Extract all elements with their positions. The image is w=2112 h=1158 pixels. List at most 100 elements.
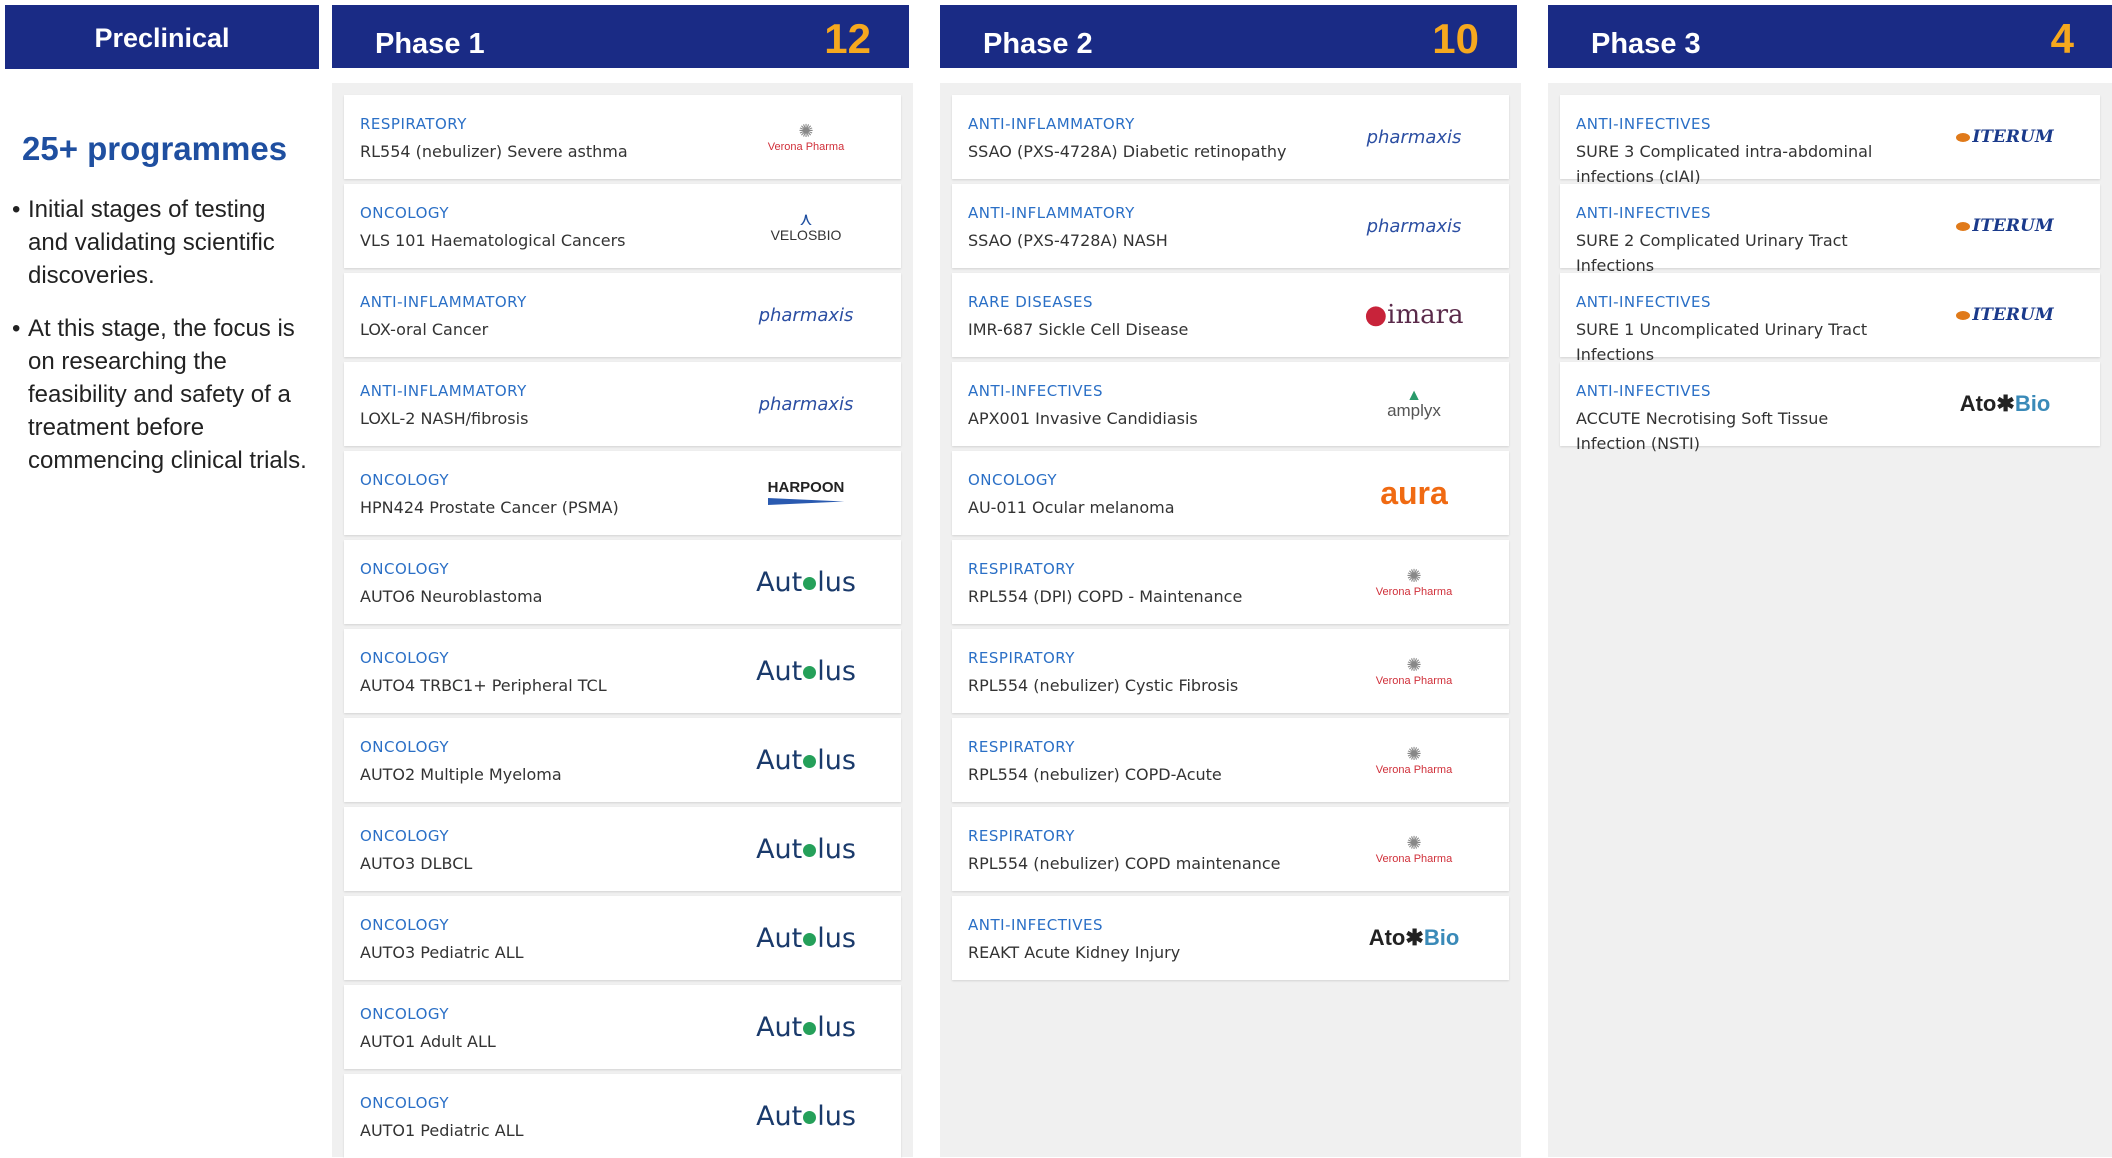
- company-logo: pharmaxis: [731, 273, 881, 357]
- bullet-icon: •: [12, 196, 21, 223]
- card-category: ONCOLOGY: [360, 471, 449, 489]
- card-programme-name: LOX-oral Cancer: [360, 320, 489, 339]
- company-logo: pharmaxis: [731, 362, 881, 446]
- swoosh-icon: [1956, 133, 1971, 142]
- preclinical-description-list: • Initial stages of testing and validatin…: [12, 193, 312, 497]
- company-logo: ●imara: [1339, 273, 1489, 357]
- harpoon-logo: HARPOON: [767, 480, 845, 505]
- preclinical-header-title: Preclinical: [94, 23, 230, 53]
- card-programme-name: VLS 101 Haematological Cancers: [360, 231, 626, 250]
- amplyx-logo: ▲ amplyx: [1387, 387, 1441, 420]
- company-logo: ✺ Verona Pharma: [1339, 718, 1489, 802]
- card-programme-name: SURE 1 Uncomplicated Urinary Tract Infec…: [1576, 320, 1868, 364]
- card-category: ONCOLOGY: [360, 738, 449, 756]
- programme-card: RARE DISEASES IMR-687 Sickle Cell Disease…: [952, 273, 1509, 357]
- card-programme-name: RPL554 (DPI) COPD - Maintenance: [968, 587, 1243, 606]
- programme-card: RESPIRATORY RPL554 (nebulizer) COPD-Acute…: [952, 718, 1509, 802]
- pharmaxis-logo: pharmaxis: [758, 393, 854, 415]
- bullet-icon: •: [12, 315, 21, 342]
- iterum-logo: ITERUM: [1956, 305, 2054, 325]
- programme-card: ONCOLOGY HPN424 Prostate Cancer (PSMA) HAR…: [344, 451, 901, 535]
- star-icon: ✺: [1406, 654, 1422, 675]
- card-category: ANTI-INFECTIVES: [1576, 204, 1712, 222]
- programme-card: ANTI-INFECTIVES REAKT Acute Kidney Injury…: [952, 896, 1509, 980]
- programme-card: ANTI-INFLAMMATORY LOXL-2 NASH/fibrosis pha…: [344, 362, 901, 446]
- card-programme-name: AUTO6 Neuroblastoma: [360, 587, 543, 606]
- phase-3-title: Phase 3: [1591, 28, 1701, 60]
- verona-pharma-logo: ✺ Verona Pharma: [1375, 654, 1453, 687]
- imara-logo: ●imara: [1364, 300, 1464, 330]
- card-programme-name: RPL554 (nebulizer) COPD-Acute: [968, 765, 1222, 784]
- card-programme-name: SSAO (PXS-4728A) NASH: [968, 231, 1168, 250]
- verona-pharma-logo: ✺ Verona Pharma: [767, 120, 845, 153]
- phase-1-count: 12: [824, 15, 871, 62]
- card-category: ONCOLOGY: [360, 649, 449, 667]
- programme-card: ONCOLOGY AUTO2 Multiple Myeloma Aut lus: [344, 718, 901, 802]
- company-logo: pharmaxis: [1339, 95, 1489, 179]
- programme-card: ANTI-INFECTIVES SURE 3 Complicated intra-…: [1560, 95, 2100, 186]
- logo-dot-icon: [803, 754, 817, 768]
- programme-card: ANTI-INFECTIVES SURE 2 Complicated Urinar…: [1560, 184, 2100, 275]
- swoosh-icon: [1956, 311, 1971, 320]
- drop-icon: ●: [1364, 300, 1388, 330]
- card-programme-name: SURE 2 Complicated Urinary Tract Infecti…: [1576, 231, 1848, 275]
- card-category: RESPIRATORY: [968, 560, 1075, 578]
- card-category: ANTI-INFLAMMATORY: [360, 382, 527, 400]
- autolus-logo: Aut lus: [756, 566, 856, 598]
- programme-card: ONCOLOGY AUTO3 Pediatric ALL Aut lus: [344, 896, 901, 980]
- logo-dot-icon: [803, 1021, 817, 1035]
- velosbio-logo: ⋏ VELOSBIO: [770, 209, 842, 243]
- programme-card: ANTI-INFECTIVES APX001 Invasive Candidias…: [952, 362, 1509, 446]
- programme-card: ONCOLOGY AUTO3 DLBCL Aut lus: [344, 807, 901, 891]
- programme-card: RESPIRATORY RPL554 (nebulizer) COPD maint…: [952, 807, 1509, 891]
- atoxbio-logo: Ato✱Bio: [1959, 391, 2051, 416]
- company-logo: Aut lus: [731, 540, 881, 624]
- programme-card: ANTI-INFLAMMATORY LOX-oral Cancer pharmaxi…: [344, 273, 901, 357]
- arrow-up-icon: ⋏: [799, 209, 813, 229]
- card-category: ANTI-INFECTIVES: [968, 382, 1104, 400]
- autolus-logo: Aut lus: [756, 655, 856, 687]
- card-programme-name: ACCUTE Necrotising Soft Tissue Infection…: [1576, 409, 1829, 453]
- card-category: RESPIRATORY: [968, 649, 1075, 667]
- pharmaxis-logo: pharmaxis: [1366, 215, 1462, 237]
- company-logo: Aut lus: [731, 896, 881, 980]
- preclinical-header: Preclinical: [5, 5, 319, 69]
- logo-dot-icon: [803, 932, 817, 946]
- card-category: RARE DISEASES: [968, 293, 1093, 311]
- company-logo: Aut lus: [731, 807, 881, 891]
- phase-1-title: Phase 1: [375, 28, 485, 60]
- company-logo: Ato✱Bio: [1339, 896, 1489, 980]
- card-programme-name: RPL554 (nebulizer) COPD maintenance: [968, 854, 1281, 873]
- company-logo: ✺ Verona Pharma: [731, 95, 881, 179]
- programme-card: ANTI-INFECTIVES SURE 1 Uncomplicated Urin…: [1560, 273, 2100, 364]
- star-icon: ✺: [1406, 565, 1422, 586]
- card-programme-name: RPL554 (nebulizer) Cystic Fibrosis: [968, 676, 1239, 695]
- company-logo: ▲ amplyx: [1339, 362, 1489, 446]
- programme-card: ONCOLOGY AUTO4 TRBC1+ Peripheral TCL Aut lu…: [344, 629, 901, 713]
- company-logo: Aut lus: [731, 629, 881, 713]
- verona-pharma-logo: ✺ Verona Pharma: [1375, 832, 1453, 865]
- card-programme-name: AUTO1 Adult ALL: [360, 1032, 496, 1051]
- programme-card: ONCOLOGY VLS 101 Haematological Cancers ⋏ V…: [344, 184, 901, 268]
- card-category: ANTI-INFECTIVES: [1576, 293, 1712, 311]
- card-programme-name: AUTO3 Pediatric ALL: [360, 943, 524, 962]
- preclinical-bullet: • At this stage, the focus is on research…: [12, 312, 312, 477]
- phase-2-title: Phase 2: [983, 28, 1093, 60]
- card-programme-name: LOXL-2 NASH/fibrosis: [360, 409, 529, 428]
- programme-card: ANTI-INFLAMMATORY SSAO (PXS-4728A) NASH ph…: [952, 184, 1509, 268]
- programme-card: ONCOLOGY AUTO1 Pediatric ALL Aut lus: [344, 1074, 901, 1158]
- card-category: RESPIRATORY: [360, 115, 467, 133]
- star-icon: ✺: [1406, 743, 1422, 764]
- aura-logo: aura: [1380, 474, 1448, 511]
- card-category: ANTI-INFLAMMATORY: [360, 293, 527, 311]
- card-category: RESPIRATORY: [968, 827, 1075, 845]
- programme-card: ONCOLOGY AUTO6 Neuroblastoma Aut lus: [344, 540, 901, 624]
- autolus-logo: Aut lus: [756, 744, 856, 776]
- phase-2-count: 10: [1432, 15, 1479, 62]
- company-logo: aura: [1339, 451, 1489, 535]
- card-programme-name: REAKT Acute Kidney Injury: [968, 943, 1181, 962]
- card-programme-name: HPN424 Prostate Cancer (PSMA): [360, 498, 619, 517]
- phase-1-column: RESPIRATORY RL554 (nebulizer) Severe asth…: [332, 83, 913, 1158]
- star-icon: ✺: [798, 120, 814, 141]
- programme-card: RESPIRATORY RL554 (nebulizer) Severe asth…: [344, 95, 901, 179]
